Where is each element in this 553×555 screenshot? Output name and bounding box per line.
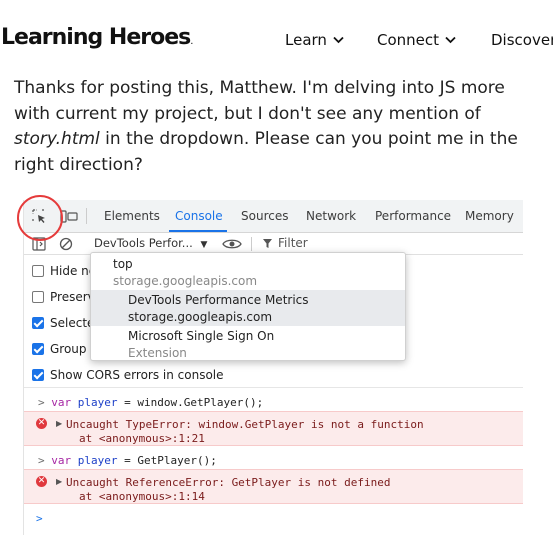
js-keyword: var: [51, 454, 72, 467]
nav-learn[interactable]: Learn: [285, 31, 344, 49]
site-logo[interactable]: Learning Heroes.: [1, 25, 193, 50]
filter-placeholder: Filter: [278, 236, 308, 250]
nav-connect-label: Connect: [377, 31, 440, 49]
checkbox[interactable]: [32, 265, 44, 277]
post-line-rest: in the dropdown. Please can you point me…: [99, 129, 518, 149]
annotation-circle: [17, 195, 63, 241]
nav-connect[interactable]: Connect: [377, 31, 456, 49]
checkbox[interactable]: [32, 369, 44, 381]
tab-separator: [86, 208, 87, 224]
js-identifier: player: [77, 454, 118, 467]
clear-console-icon[interactable]: [59, 237, 73, 251]
tab-performance[interactable]: Performance: [375, 209, 451, 223]
tab-sources[interactable]: Sources: [241, 209, 288, 223]
post-filename: story.html: [14, 129, 100, 149]
dropdown-arrow-icon: ▼: [200, 240, 208, 250]
nav-discover[interactable]: Discover: [491, 31, 553, 49]
option-title: Microsoft Single Sign On: [128, 329, 275, 343]
context-selector[interactable]: DevTools Perfor... ▼: [94, 236, 207, 250]
console-error: ✕ ▶ Uncaught TypeError: window.GetPlayer…: [24, 411, 523, 446]
tab-network[interactable]: Network: [306, 209, 356, 223]
expand-triangle-icon[interactable]: ▶: [56, 419, 62, 428]
checkbox[interactable]: [32, 343, 44, 355]
error-message: Uncaught TypeError: window.GetPlayer is …: [66, 418, 424, 431]
error-stack[interactable]: at <anonymous>:1:21: [79, 432, 205, 445]
dropdown-option-sso[interactable]: Microsoft Single Sign On Extension: [128, 329, 274, 360]
option-subtitle: storage.googleapis.com: [113, 274, 258, 288]
setting-hide-network[interactable]: Hide ne: [32, 264, 96, 278]
checkbox[interactable]: [32, 317, 44, 329]
error-icon: ✕: [36, 418, 47, 429]
prompt-chevron: >: [38, 396, 45, 409]
error-stack[interactable]: at <anonymous>:1:14: [79, 490, 205, 503]
setting-group-similar[interactable]: Group s: [32, 342, 97, 356]
nav-discover-label: Discover: [491, 31, 553, 49]
setting-label: Show CORS errors in console: [50, 368, 224, 382]
tab-elements[interactable]: Elements: [104, 209, 160, 223]
prompt-chevron: >: [38, 454, 45, 467]
context-selector-label: DevTools Perfor...: [94, 236, 193, 250]
logo-text: Learning Heroes: [1, 25, 191, 50]
divider: [24, 387, 523, 388]
devtools-screenshot: Elements Console Sources Network Perform…: [23, 200, 523, 535]
post-line: Thanks for posting this, Matthew. I'm de…: [14, 78, 505, 98]
tab-memory[interactable]: Memory: [465, 209, 514, 223]
expand-triangle-icon[interactable]: ▶: [56, 477, 62, 486]
js-expression: = GetPlayer();: [117, 454, 217, 467]
nav-learn-label: Learn: [285, 31, 327, 49]
active-tab-indicator: [169, 230, 227, 232]
post-line: right direction?: [14, 154, 143, 175]
checkbox[interactable]: [32, 291, 44, 303]
dropdown-option-devtools-metrics[interactable]: DevTools Performance Metrics storage.goo…: [128, 293, 309, 324]
option-title: top: [113, 257, 133, 271]
option-title: DevTools Performance Metrics: [128, 293, 309, 307]
live-expression-eye-icon[interactable]: [222, 237, 242, 251]
dropdown-option-top[interactable]: top storage.googleapis.com: [113, 257, 257, 288]
post-line: story.html in the dropdown. Please can y…: [14, 127, 544, 153]
chevron-down-icon: [445, 36, 456, 44]
console-input-prompt[interactable]: >: [36, 512, 535, 525]
setting-show-cors[interactable]: Show CORS errors in console: [32, 368, 224, 382]
error-message: Uncaught ReferenceError: GetPlayer is no…: [66, 476, 391, 489]
js-keyword: var: [51, 396, 72, 409]
console-command: > var player = window.GetPlayer();: [38, 396, 537, 409]
post-body: Thanks for posting this, Matthew. I'm de…: [14, 76, 544, 178]
devtools-tabbar: Elements Console Sources Network Perform…: [24, 200, 523, 233]
logo-dot: .: [190, 36, 194, 47]
option-subtitle: storage.googleapis.com: [128, 310, 273, 324]
js-identifier: player: [77, 396, 118, 409]
console-command: > var player = GetPlayer();: [38, 454, 537, 467]
error-icon: ✕: [36, 476, 47, 487]
tab-console[interactable]: Console: [175, 209, 223, 223]
toolbar-separator: [251, 237, 252, 251]
context-dropdown-menu: top storage.googleapis.com DevTools Perf…: [90, 252, 406, 361]
chevron-down-icon: [333, 36, 344, 44]
filter-funnel-icon: [263, 238, 272, 248]
js-expression: = window.GetPlayer();: [117, 396, 264, 409]
option-subtitle: Extension: [128, 346, 187, 360]
post-line: with current my project, but I don't see…: [14, 103, 481, 124]
filter-input[interactable]: Filter: [262, 236, 308, 250]
console-error: ✕ ▶ Uncaught ReferenceError: GetPlayer i…: [24, 469, 523, 504]
